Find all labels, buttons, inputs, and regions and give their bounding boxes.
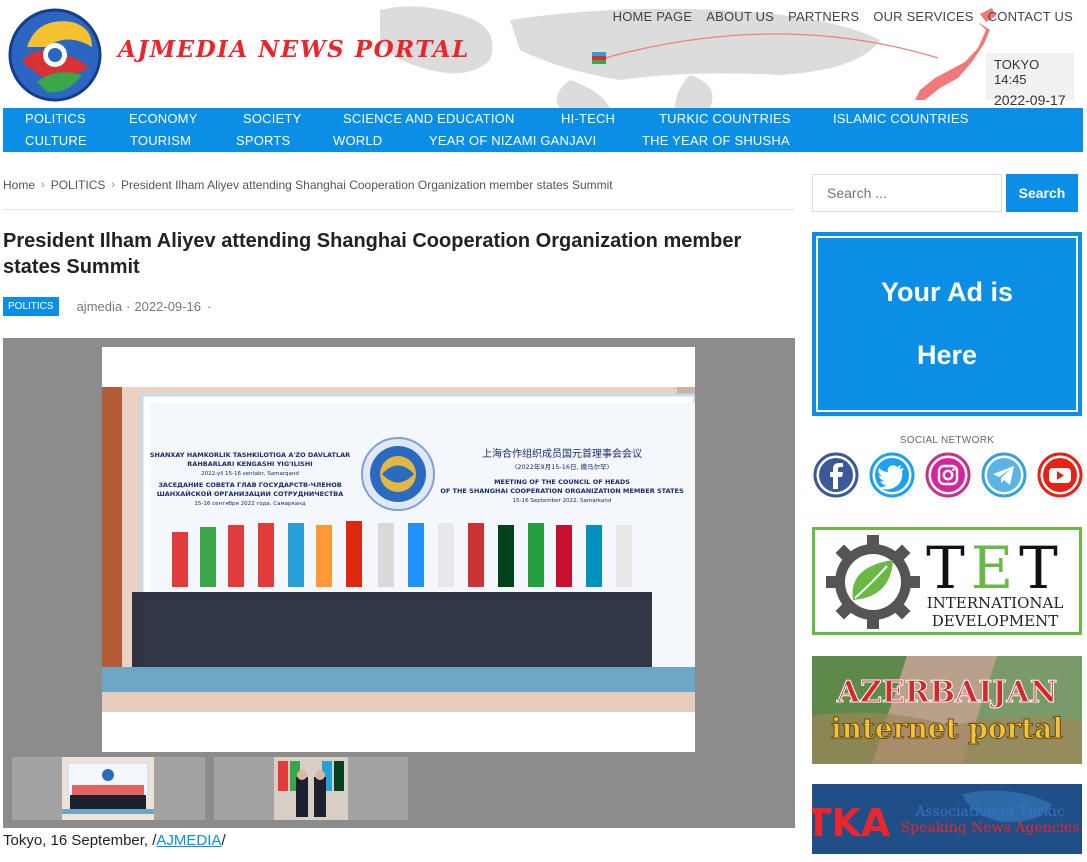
ajmedia-link[interactable]: AJMEDIA [156,832,221,849]
article-author[interactable]: ajmedia [77,299,123,314]
breadcrumb: Home › POLITICS › President Ilham Aliyev… [3,178,613,192]
tet-line: INTERNATIONAL [927,594,1064,612]
gallery-thumbnail[interactable] [214,757,408,820]
thumbnail-image [62,757,154,820]
youtube-icon[interactable] [1036,451,1084,499]
nav-culture[interactable]: CULTURE [25,131,87,151]
banner-right-line: MEETING OF THE COUNCIL OF HEADS [494,478,630,486]
site-name[interactable]: AJMEDIA NEWS PORTAL [118,36,470,63]
dateline-text: / [221,832,226,849]
banner-right-line: 上海合作组织成员国元首理事会会议 [482,447,642,460]
clock-date: 2022-09-17 [994,92,1066,108]
nav-year-of-nizami[interactable]: YEAR OF NIZAMI GANJAVI [429,131,596,151]
nav-turkic-countries[interactable]: TURKIC COUNTRIES [659,109,791,129]
nav-hi-tech[interactable]: HI-TECH [561,109,615,129]
nav-science-education[interactable]: SCIENCE AND EDUCATION [343,109,515,129]
tokyo-clock: TOKYO 14:45 2022-09-17 [986,53,1074,108]
social-network-title: SOCIAL NETWORK [899,435,995,446]
twitter-icon[interactable] [868,451,916,499]
aip-subtitle: internet portal [831,712,1063,745]
tet-logo: TET INTERNATIONAL DEVELOPMENT [826,534,1064,630]
aip-title: AZERBAIJAN [836,675,1058,710]
nav-islamic-countries[interactable]: ISLAMIC COUNTRIES [833,109,969,129]
telegram-icon[interactable] [980,451,1028,499]
divider [3,209,795,210]
article-title: President Ilham Aliyev attending Shangha… [3,230,742,278]
atsna-line: Association of Turkic [914,804,1065,820]
summit-photo: SHANXAY HAMKORLIK TASHKILOTIGA A'ZO DAVL… [102,387,697,712]
photo-gallery: SHANXAY HAMKORLIK TASHKILOTIGA A'ZO DAVL… [3,338,795,828]
banner-left-line: ШАНХАЙСКОЙ ОРГАНИЗАЦИИ СОТРУДНИЧЕСТВА [157,489,344,498]
social-icons [812,451,1084,499]
atsna-banner[interactable]: TKA Association of Turkic Speaking News … [806,784,1082,854]
nav-about-us[interactable]: ABOUT US [706,9,774,24]
chevron-right-icon: › [41,179,45,191]
nav-economy[interactable]: ECONOMY [129,109,198,129]
article-date: 2022-09-16 [134,299,201,314]
nav-year-of-shusha[interactable]: THE YEAR OF SHUSHA [642,131,790,151]
atsna-abbr: TKA [812,801,891,845]
facebook-icon[interactable] [812,451,860,499]
nav-contact-us[interactable]: CONTACT US [988,9,1073,24]
meta-separator: · [126,299,131,314]
nav-society[interactable]: SOCIETY [243,109,301,129]
azerbaijan-internet-portal-banner[interactable]: AZERBAIJAN internet portal [812,656,1082,764]
nav-partners[interactable]: PARTNERS [788,9,859,24]
article-meta: POLITICS ajmedia · 2022-09-16 · [3,297,211,316]
banner-left-line: RAHBARLARI KENGASHI YIG'ILISHI [187,460,312,468]
banner-left-line: 2022-yil 15-16 sentabr, Samarqand [201,471,299,477]
search-button[interactable]: Search [1006,174,1078,212]
ad-text: Here [916,340,978,370]
tet-line: DEVELOPMENT [932,612,1059,630]
nav-sports[interactable]: SPORTS [236,131,290,151]
breadcrumb-politics[interactable]: POLITICS [51,178,106,192]
nav-politics[interactable]: POLITICS [25,109,86,129]
nav-home-page[interactable]: HOME PAGE [613,9,693,24]
ad-placeholder[interactable]: Your Ad is Here [812,232,1082,416]
nav-tourism[interactable]: TOURISM [130,131,191,151]
gallery-thumbnail[interactable] [12,757,205,820]
banner-right-line: 15-16 September 2022, Samarkand [513,498,612,504]
azerbaijan-flag-marker [592,52,606,64]
main-category-nav: POLITICS ECONOMY SOCIETY SCIENCE AND EDU… [3,108,1083,152]
chevron-right-icon: › [111,179,116,191]
category-badge[interactable]: POLITICS [3,297,59,316]
nav-world[interactable]: WORLD [333,131,382,151]
nav-our-services[interactable]: OUR SERVICES [873,9,973,24]
site-header: AJMEDIA NEWS PORTAL HOME PAGE ABOUT US P… [0,0,1087,108]
main-photo[interactable]: SHANXAY HAMKORLIK TASHKILOTIGA A'ZO DAVL… [102,347,697,752]
banner-left-line: 15-16 сентября 2022 года, Самарканд [194,501,305,507]
meta-separator: · [206,299,212,314]
tet-letters: TET [926,534,1064,602]
tet-international-banner[interactable]: TET INTERNATIONAL DEVELOPMENT [812,527,1082,635]
breadcrumb-home[interactable]: Home [3,178,35,192]
leaders-group [132,592,652,667]
thumbnail-image [274,757,348,820]
banner-left-line: SHANXAY HAMKORLIK TASHKILOTIGA A'ZO DAVL… [150,451,350,459]
breadcrumb-current: President Ilham Aliyev attending Shangha… [121,178,613,192]
ad-text: Your Ad is [880,277,1013,307]
atsna-logo: TKA Association of Turkic Speaking News … [806,784,1082,854]
aip-logo: AZERBAIJAN internet portal [812,656,1082,764]
top-navigation: HOME PAGE ABOUT US PARTNERS OUR SERVICES… [613,9,1073,24]
dateline-text: Tokyo, 16 September, / [3,832,157,849]
ajmedia-logo[interactable] [7,7,104,102]
sco-emblem [361,437,435,511]
article-dateline: Tokyo, 16 September, /AJMEDIA/ [3,832,226,849]
search-input[interactable] [812,174,1002,212]
clock-city-time: TOKYO 14:45 [994,57,1040,87]
instagram-icon[interactable] [924,451,972,499]
banner-left-line: ЗАСЕДАНИЕ СОВЕТА ГЛАВ ГОСУДАРСТВ-ЧЛЕНОВ [158,481,341,489]
atsna-line: Speaking News Agencies [901,820,1080,836]
banner-right-line: OF THE SHANGHAI COOPERATION ORGANIZATION… [440,487,684,495]
banner-right-line: (2022年9月15-16日, 撒马尔罕) [515,462,609,471]
